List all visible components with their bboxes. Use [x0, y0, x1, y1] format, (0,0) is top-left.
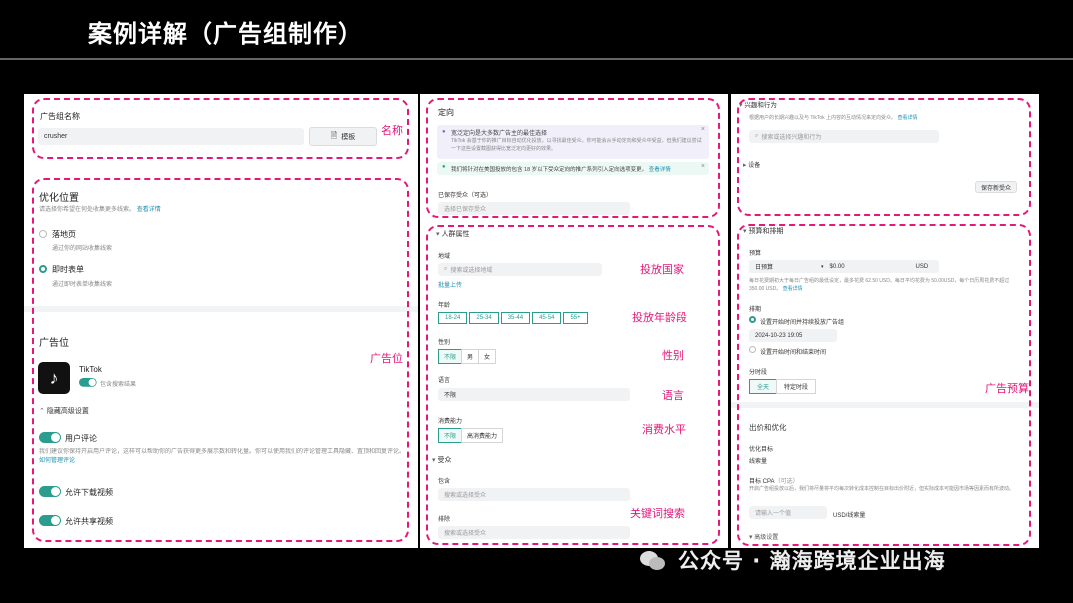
- slide-title: 案例详解（广告组制作）: [88, 20, 363, 48]
- annotation-box-placement: [32, 178, 409, 542]
- title-divider: [0, 58, 1073, 60]
- watermark-text: 公众号 · 瀚海跨境企业出海: [678, 549, 946, 573]
- wechat-icon: [640, 549, 668, 571]
- annotation-box-budget: [737, 224, 1031, 546]
- annotation-box-demographics: [426, 225, 720, 545]
- slide: { "slide": { "title": "案例详解（广告组制作）", "wa…: [0, 0, 1073, 603]
- panel-targeting: 定向 ● 宽泛定向是大多数广告主的最佳选择 TikTok 会基于你的推广目标自动…: [420, 94, 728, 548]
- note-name: 名称: [381, 124, 403, 137]
- panel-adgroup: 广告组名称 crusher 🗎 模板 名称 优化位置 请选择你希望在何处收集更多线…: [24, 94, 418, 548]
- annotation-box-interest: [737, 98, 1031, 216]
- watermark: 公众号 · 瀚海跨境企业出海: [640, 545, 946, 575]
- annotation-box-name: [32, 98, 409, 159]
- annotation-box-targeting: [426, 98, 720, 218]
- panel-budget: ▾ 兴趣和行为 根据用户的长期兴趣以及与 TikTok 上内容的互动情况来定向受…: [731, 94, 1039, 548]
